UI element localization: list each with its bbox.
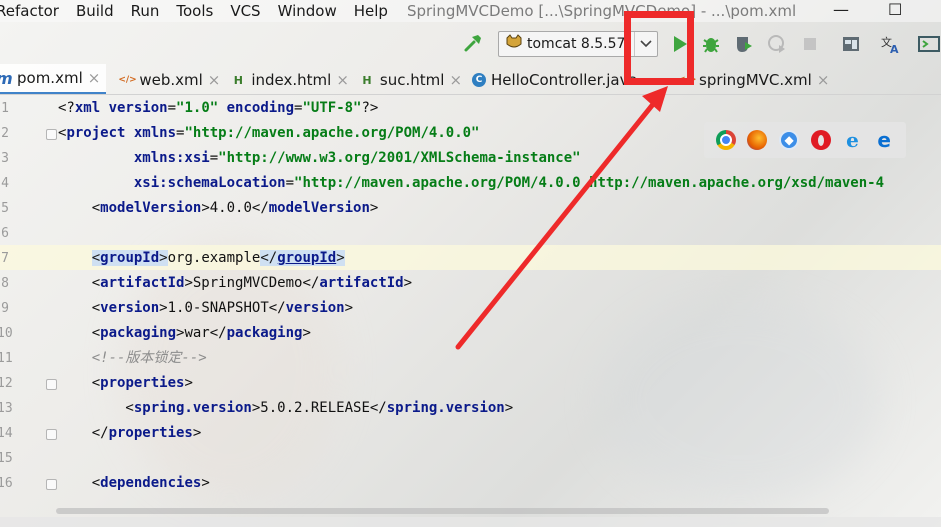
status-strip <box>0 517 941 527</box>
annotation-arrow <box>455 86 668 350</box>
horizontal-scrollbar[interactable] <box>0 506 941 516</box>
